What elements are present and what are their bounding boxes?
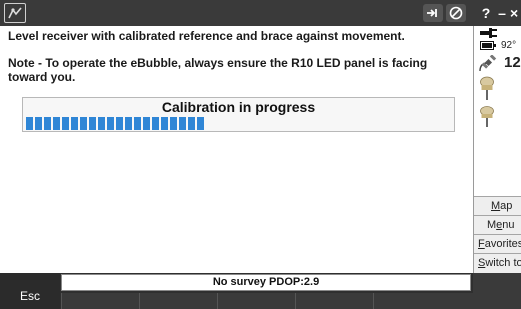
favorites-access-key: F [478, 238, 485, 250]
title-bar: ? – × [0, 0, 521, 26]
favorites-button[interactable]: Favorites [474, 234, 521, 253]
receiver-connect-icon [427, 9, 437, 17]
menu-label-rest: nu [502, 219, 515, 231]
status-bar: Esc No survey PDOP:2.9 [0, 273, 521, 309]
satellite-icon[interactable] [478, 55, 498, 73]
map-label-rest: ap [500, 200, 513, 212]
calibration-progress-track [26, 117, 451, 130]
battery-level: 92° [501, 40, 517, 51]
menu-button[interactable]: Menu [474, 215, 521, 234]
calibration-panel: Calibration in progress [22, 97, 455, 132]
map-button[interactable]: Map [474, 196, 521, 215]
map-access-key: M [491, 200, 501, 212]
softkey-6[interactable] [473, 273, 521, 309]
rover-receiver-icon[interactable] [480, 106, 494, 128]
softkey-1[interactable] [61, 293, 139, 309]
help-button[interactable]: ? [478, 4, 494, 22]
softkey-2[interactable] [139, 293, 217, 309]
calibration-progress-fill [26, 117, 205, 130]
main-content: Level receiver with calibrated reference… [0, 26, 473, 273]
satellite-count: 12 [504, 54, 521, 71]
calibration-label: Calibration in progress [161, 99, 316, 115]
app-icon[interactable] [4, 3, 26, 23]
instruction-text: Level receiver with calibrated reference… [8, 29, 405, 43]
esc-button[interactable]: Esc [0, 273, 60, 309]
switch-label-rest: witch to [485, 257, 521, 269]
softkey-4[interactable] [295, 293, 373, 309]
note-text: Note - To operate the eBubble, always en… [8, 56, 428, 84]
softkey-5[interactable] [373, 293, 473, 309]
battery-icon [480, 41, 496, 50]
survey-app-icon [8, 7, 22, 19]
ebubble-icon [449, 6, 463, 20]
status-side-panel: 92° 12 Map Menu Favorites Switch to [473, 26, 521, 273]
favorites-label-rest: avorites [484, 238, 521, 250]
receiver-connect-button[interactable] [423, 4, 443, 22]
menu-label-pre: M [487, 219, 497, 231]
survey-status-text: No survey PDOP:2.9 [61, 274, 471, 291]
close-button[interactable]: × [510, 4, 521, 22]
gnss-receiver-icon[interactable] [480, 76, 494, 102]
external-power-icon [480, 28, 497, 38]
ebubble-button[interactable] [446, 4, 466, 22]
minimize-button[interactable]: – [494, 4, 510, 22]
softkey-3[interactable] [217, 293, 295, 309]
switch-to-button[interactable]: Switch to [474, 253, 521, 273]
